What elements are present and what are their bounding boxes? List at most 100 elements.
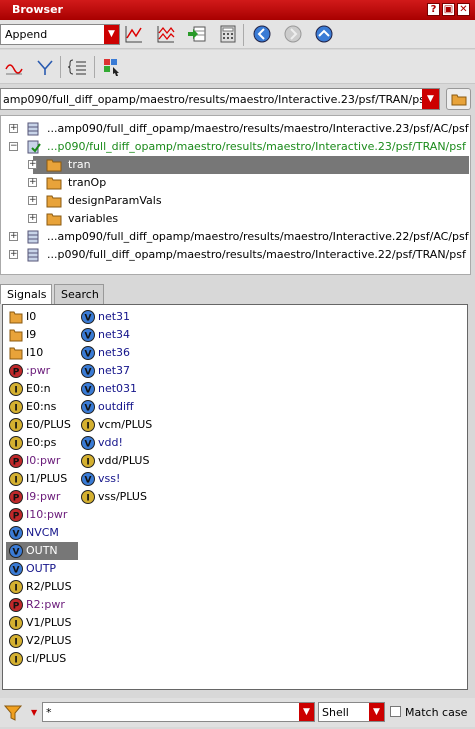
svg-text:V: V <box>13 566 20 576</box>
signal-item[interactable]: Vnet34 <box>78 326 168 344</box>
svg-text:I: I <box>14 656 17 666</box>
import-table-icon[interactable] <box>186 23 208 45</box>
tree-item[interactable]: + ...amp090/full_diff_opamp/maestro/resu… <box>1 120 470 138</box>
list-expand-icon[interactable] <box>67 56 89 78</box>
tree-item[interactable]: + ...amp090/full_diff_opamp/maestro/resu… <box>1 228 470 246</box>
current-signal-icon: I <box>81 418 95 432</box>
tree-item[interactable]: + variables <box>1 210 470 228</box>
tree-item[interactable]: + ...p090/full_diff_opamp/maestro/result… <box>1 246 470 264</box>
signal-item[interactable]: Vnet36 <box>78 344 168 362</box>
signal-item[interactable]: Ivdd/PLUS <box>78 452 168 470</box>
chevron-down-icon[interactable]: ▼ <box>299 703 314 721</box>
waveform-icon[interactable] <box>3 56 25 78</box>
tab-search[interactable]: Search <box>54 284 104 304</box>
tree-item[interactable]: + designParamVals <box>1 192 470 210</box>
signal-item[interactable]: I V2/PLUS <box>6 632 78 650</box>
calculator-icon[interactable] <box>217 23 239 45</box>
svg-text:P: P <box>13 368 20 378</box>
signal-item[interactable]: P R2:pwr <box>6 596 78 614</box>
signal-item[interactable]: I E0:n <box>6 380 78 398</box>
toolbar-separator <box>243 24 244 46</box>
signal-item[interactable]: Vnet31 <box>78 308 168 326</box>
plot-chart-icon[interactable] <box>123 23 145 45</box>
folder-open-icon <box>451 94 466 106</box>
tree-item[interactable]: + tranOp <box>1 174 470 192</box>
signal-label: vdd/PLUS <box>98 454 150 467</box>
svg-text:I: I <box>86 422 89 432</box>
match-case-checkbox[interactable] <box>390 706 401 717</box>
branch-icon[interactable] <box>34 56 56 78</box>
signal-item[interactable]: IcI/PLUS <box>6 650 78 668</box>
svg-text:I: I <box>14 386 17 396</box>
restore-icon[interactable]: ▣ <box>442 3 455 16</box>
multi-plot-icon[interactable] <box>155 23 177 45</box>
signal-item[interactable]: P:pwr <box>6 362 78 380</box>
signal-label: R2/PLUS <box>26 580 72 593</box>
signal-item[interactable]: V OUTP <box>6 560 78 578</box>
help-icon[interactable]: ? <box>427 3 440 16</box>
signal-item[interactable]: I9 <box>6 326 78 344</box>
results-path-field[interactable]: amp090/full_diff_opamp/maestro/results/m… <box>0 88 440 110</box>
signal-label: net34 <box>98 328 131 341</box>
filter-menu-chevron-icon[interactable]: ▼ <box>31 708 37 717</box>
filter-type-select[interactable]: Shell ▼ <box>318 702 385 722</box>
chevron-down-icon[interactable]: ▼ <box>369 703 384 721</box>
voltage-signal-icon: V <box>81 436 95 450</box>
tree-expander[interactable]: + <box>28 160 37 169</box>
plot-mode-select[interactable]: Append ▼ <box>0 24 120 45</box>
signal-label: outdiff <box>98 400 134 413</box>
signal-item[interactable]: Vvdd! <box>78 434 168 452</box>
signal-item[interactable]: Vnet37 <box>78 362 168 380</box>
signal-item[interactable]: Vvss! <box>78 470 168 488</box>
signal-item[interactable]: I V1/PLUS <box>6 614 78 632</box>
folder-icon <box>9 311 23 324</box>
filter-input[interactable]: * ▼ <box>42 702 315 722</box>
tree-expander[interactable]: + <box>9 250 18 259</box>
signal-item[interactable]: P I10:pwr <box>6 506 78 524</box>
close-icon[interactable]: ✕ <box>457 3 470 16</box>
tree-item[interactable]: − ...p090/full_diff_opamp/maestro/result… <box>1 138 470 156</box>
tree-expander[interactable]: + <box>9 232 18 241</box>
up-icon[interactable] <box>313 23 335 45</box>
signal-item[interactable]: Voutdiff <box>78 398 168 416</box>
forward-icon[interactable] <box>282 23 304 45</box>
panel-splitter[interactable] <box>0 276 475 282</box>
signal-item[interactable]: V OUTN <box>6 542 78 560</box>
signal-item[interactable]: P I9:pwr <box>6 488 78 506</box>
back-icon[interactable] <box>251 23 273 45</box>
signal-item[interactable]: I0 <box>6 308 78 326</box>
results-tree[interactable]: + ...amp090/full_diff_opamp/maestro/resu… <box>0 115 471 275</box>
filter-icon[interactable] <box>3 702 25 724</box>
tree-expander[interactable]: + <box>28 196 37 205</box>
tab-signals[interactable]: Signals <box>0 284 52 304</box>
signal-item[interactable]: I10 <box>6 344 78 362</box>
tree-expander[interactable]: + <box>9 124 18 133</box>
tree-expander[interactable]: − <box>9 142 18 151</box>
signal-item[interactable]: Vnet031 <box>78 380 168 398</box>
tree-expander[interactable]: + <box>28 214 37 223</box>
signal-item[interactable]: I E0/PLUS <box>6 416 78 434</box>
tree-item-selected[interactable]: + tran <box>28 156 469 174</box>
signal-item[interactable]: I R2/PLUS <box>6 578 78 596</box>
signal-item[interactable]: I E0:ps <box>6 434 78 452</box>
signal-label: vdd! <box>98 436 123 449</box>
signal-item[interactable]: I I1/PLUS <box>6 470 78 488</box>
open-folder-button[interactable] <box>446 88 471 110</box>
voltage-signal-icon: V <box>81 472 95 486</box>
voltage-signal-icon: V <box>81 364 95 378</box>
signal-item[interactable]: Ivss/PLUS <box>78 488 168 506</box>
signal-item[interactable]: V NVCM <box>6 524 78 542</box>
chevron-down-icon[interactable]: ▼ <box>422 89 439 109</box>
signal-item[interactable]: Ivcm/PLUS <box>78 416 168 434</box>
database-icon <box>27 248 39 262</box>
signal-label: net31 <box>98 310 131 323</box>
select-filter-icon[interactable] <box>101 56 123 78</box>
tree-expander[interactable]: + <box>28 178 37 187</box>
power-signal-icon: P <box>9 364 23 378</box>
window-titlebar[interactable]: Browser ? ▣ ✕ <box>0 0 475 20</box>
svg-text:P: P <box>13 512 20 522</box>
signal-item[interactable]: I E0:ns <box>6 398 78 416</box>
signal-item[interactable]: P I0:pwr <box>6 452 78 470</box>
signals-list[interactable]: I0 I9 I10 P:pwr I E0:n I E0:ns I E0/PLUS I E0:ps P I0… <box>2 304 468 690</box>
chevron-down-icon[interactable]: ▼ <box>104 25 119 44</box>
